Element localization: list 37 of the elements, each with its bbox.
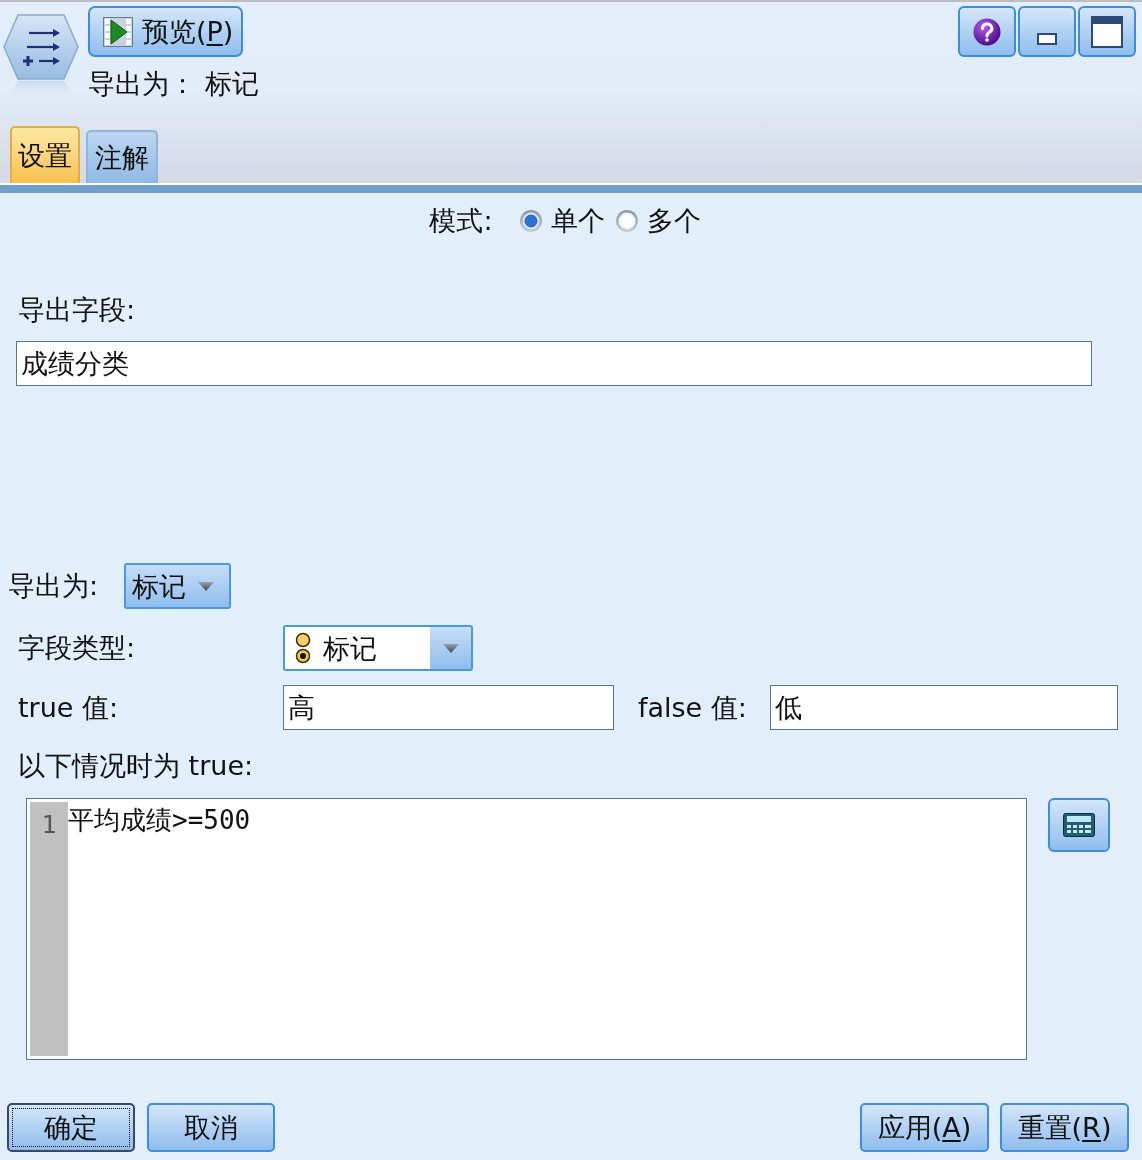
radio-option[interactable]: 单个: [518, 206, 605, 236]
tab[interactable]: 设置: [10, 126, 80, 183]
flag-type-icon: [295, 632, 311, 664]
preview-button[interactable]: 预览(P): [88, 6, 243, 57]
maximize-button[interactable]: [1078, 6, 1136, 57]
expression-builder-button[interactable]: [1048, 798, 1110, 852]
maximize-icon: [1091, 15, 1123, 48]
film-play-icon: [103, 16, 133, 47]
radio-option[interactable]: 多个: [614, 206, 701, 236]
true-value-input[interactable]: 高: [283, 685, 614, 730]
field-label: 以下情况时为 true:: [18, 750, 254, 782]
help-button[interactable]: [958, 6, 1016, 57]
caret-down-icon: [442, 643, 459, 653]
help-icon: [973, 17, 1001, 46]
tab[interactable]: 注解: [86, 130, 158, 183]
code-line: 平均成绩>=500: [68, 805, 251, 835]
field-type-dropdown[interactable]: 标记: [283, 625, 473, 671]
field-label: false 值:: [638, 691, 748, 724]
field-label: 字段类型:: [18, 632, 137, 664]
minimize-button[interactable]: [1018, 6, 1076, 57]
minimize-icon: [1037, 32, 1057, 45]
mode-label: 模式:: [429, 206, 493, 236]
code-editor[interactable]: 1 平均成绩>=500: [26, 798, 1027, 1060]
apply-button[interactable]: 应用(A): [860, 1103, 989, 1152]
line-number: 1: [41, 810, 57, 840]
field-label: 导出为:: [8, 570, 100, 602]
reset-button[interactable]: 重置(R): [1000, 1103, 1129, 1152]
caret-down-icon: [198, 581, 214, 591]
false-value-input[interactable]: 低: [770, 685, 1118, 730]
cancel-button[interactable]: 取消: [147, 1103, 275, 1152]
field-label: 导出字段:: [18, 294, 136, 326]
ok-button[interactable]: 确定: [7, 1103, 135, 1152]
derive-field-input[interactable]: 成绩分类: [16, 341, 1092, 386]
field-label: true 值:: [18, 691, 120, 724]
calculator-icon: [1063, 813, 1095, 837]
node-subtitle: 导出为： 标记: [88, 68, 259, 100]
derive-as-dropdown[interactable]: 标记: [124, 563, 231, 609]
